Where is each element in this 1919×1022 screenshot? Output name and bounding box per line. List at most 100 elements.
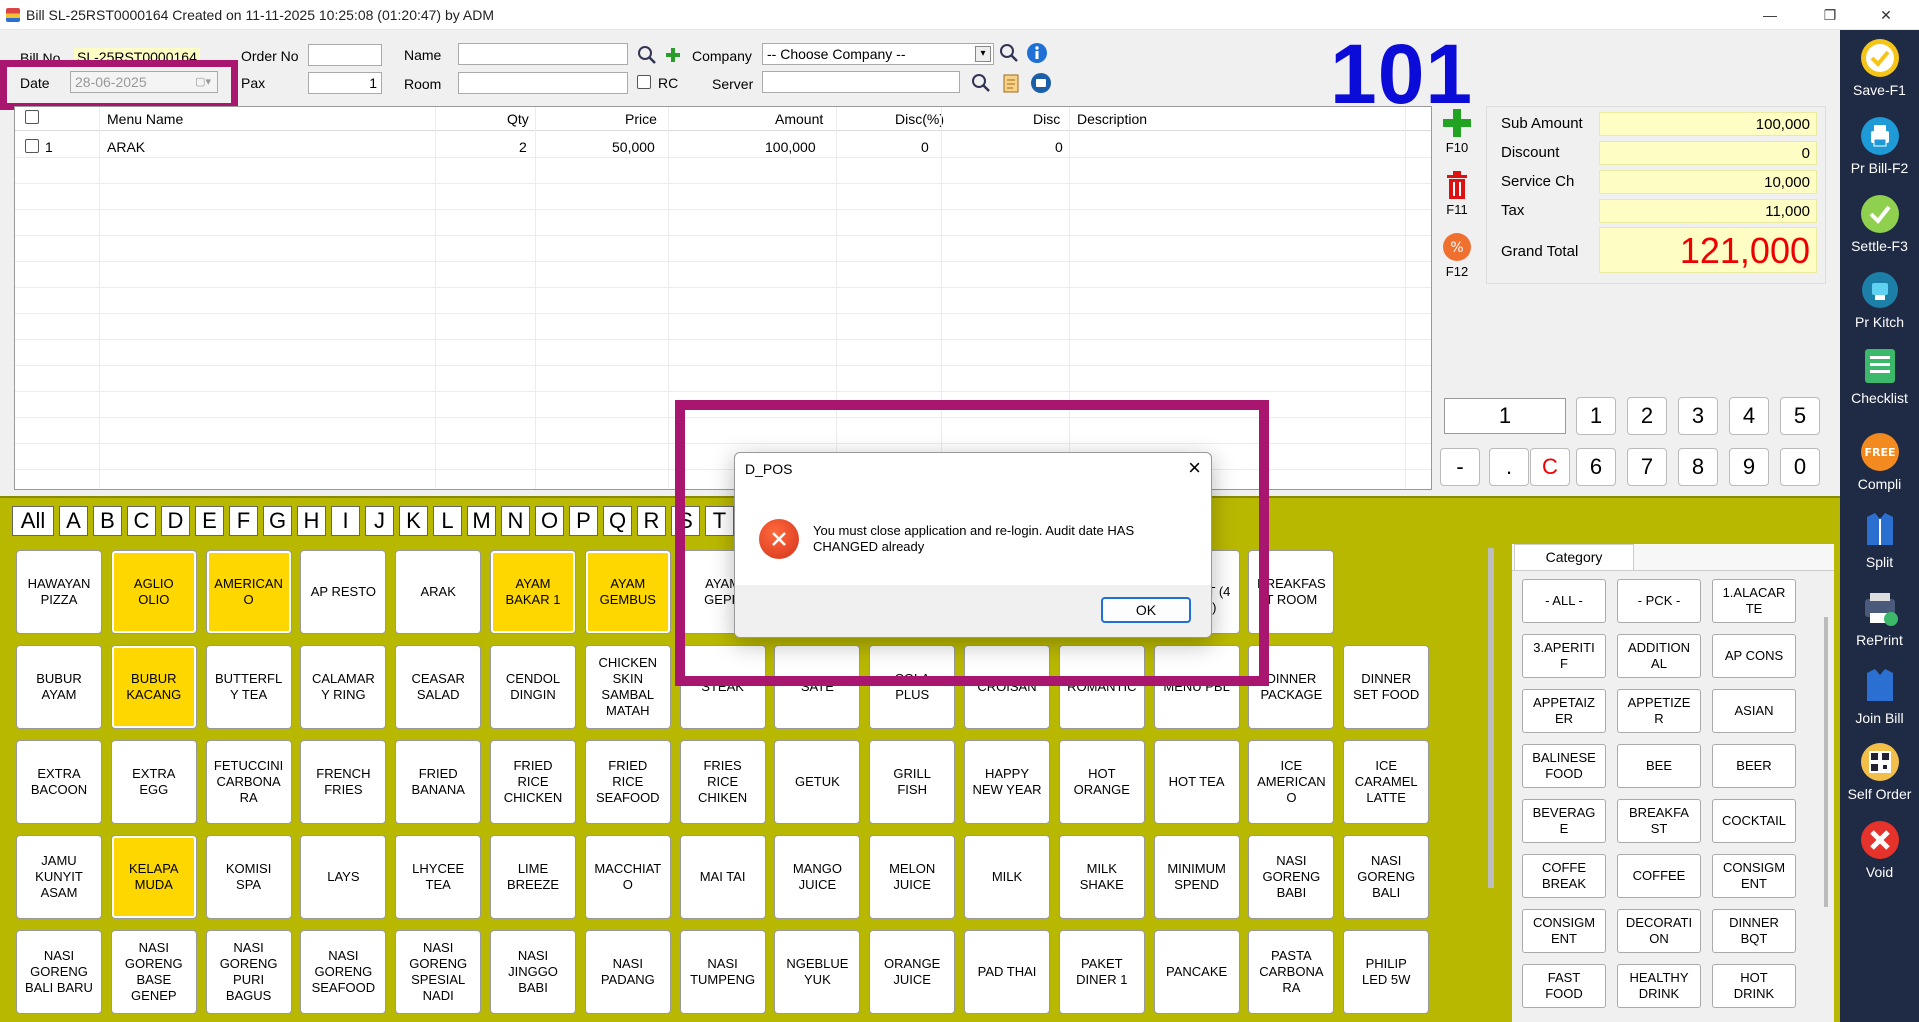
menu-item-button[interactable]: LAYS	[300, 835, 387, 919]
letter-filter-l[interactable]: L	[433, 506, 462, 536]
dialog-close-icon[interactable]: ×	[1188, 457, 1201, 479]
numpad-key[interactable]: 4	[1729, 397, 1769, 435]
menu-item-button[interactable]: PASTA CARBONA RA	[1248, 930, 1335, 1014]
letter-filter-r[interactable]: R	[637, 506, 666, 536]
menu-scroll-thumb[interactable]	[1488, 548, 1494, 888]
col-menu-name[interactable]: Menu Name	[107, 111, 183, 127]
menu-item-button[interactable]: CENDOL DINGIN	[490, 645, 576, 729]
category-tab[interactable]: Category	[1514, 544, 1634, 570]
numpad-key[interactable]: 1	[1576, 397, 1616, 435]
category-button[interactable]: - PCK -	[1617, 579, 1701, 623]
category-button[interactable]: COCKTAIL	[1712, 799, 1796, 843]
menu-item-button[interactable]: NASI GORENG BABI	[1248, 835, 1335, 919]
menu-item-button[interactable]: KOMISI SPA	[205, 835, 292, 919]
category-button[interactable]: HOT DRINK	[1712, 964, 1796, 1008]
server-field[interactable]	[762, 71, 960, 93]
col-disc-pct[interactable]: Disc(%)	[895, 111, 944, 127]
menu-item-button[interactable]: AYAM GEMBUS	[584, 550, 671, 634]
numpad-key[interactable]: 6	[1576, 448, 1616, 486]
menu-item-button[interactable]: CHICKEN SKIN SAMBAL MATAH	[584, 645, 671, 729]
menu-item-button[interactable]: NASI GORENG BALI	[1343, 835, 1430, 919]
letter-filter-q[interactable]: Q	[603, 506, 632, 536]
menu-item-button[interactable]: NASI GORENG BALI BARU	[16, 930, 102, 1014]
category-scrollbar[interactable]	[1824, 617, 1828, 907]
menu-item-button[interactable]: PAD THAI	[964, 930, 1050, 1014]
menu-item-button[interactable]: NASI GORENG SPESIAL NADI	[395, 930, 482, 1014]
numpad-key[interactable]: 0	[1780, 448, 1820, 486]
menu-item-button[interactable]: NASI TUMPENG	[679, 930, 766, 1014]
category-button[interactable]: 3.APERITI F	[1522, 634, 1606, 678]
numpad-key[interactable]: 7	[1627, 448, 1667, 486]
category-button[interactable]: BEER	[1712, 744, 1796, 788]
menu-item-button[interactable]: SATE	[774, 645, 861, 729]
menu-item-button[interactable]: CEASAR SALAD	[395, 645, 482, 729]
col-description[interactable]: Description	[1077, 111, 1147, 127]
menu-item-button[interactable]: FETUCCINI CARBONA RA	[205, 740, 292, 824]
col-amount[interactable]: Amount	[775, 111, 823, 127]
numpad-key[interactable]: 5	[1780, 397, 1820, 435]
add-item-button[interactable]: F10	[1438, 106, 1476, 155]
menu-item-button[interactable]: LIME BREEZE	[490, 835, 576, 919]
category-button[interactable]: 1.ALACAR TE	[1712, 579, 1796, 623]
split-button[interactable]: Split	[1840, 508, 1919, 570]
rc-checkbox[interactable]	[637, 75, 651, 89]
menu-item-button[interactable]: DINNER PACKAGE	[1248, 645, 1335, 729]
category-button[interactable]: COFFE BREAK	[1522, 854, 1606, 898]
category-button[interactable]: COFFEE	[1617, 854, 1701, 898]
letter-filter-t[interactable]: T	[705, 506, 734, 536]
reprint-button[interactable]: RePrint	[1840, 586, 1919, 648]
category-button[interactable]: - ALL -	[1522, 579, 1606, 623]
letter-filter-all[interactable]: All	[12, 506, 54, 536]
menu-item-button[interactable]: HOT TEA	[1153, 740, 1240, 824]
numpad-key[interactable]: 8	[1678, 448, 1718, 486]
col-price[interactable]: Price	[625, 111, 657, 127]
menu-item-button[interactable]: ROMANTIC	[1058, 645, 1145, 729]
select-all-checkbox[interactable]	[25, 110, 39, 124]
self-order-button[interactable]: Self Order	[1840, 740, 1919, 802]
numpad-key[interactable]: 3	[1678, 397, 1718, 435]
category-button[interactable]: ADDITION AL	[1617, 634, 1701, 678]
menu-item-button[interactable]: AMERICAN O	[205, 550, 292, 634]
letter-filter-p[interactable]: P	[569, 506, 598, 536]
menu-item-button[interactable]: CALAMAR Y RING	[300, 645, 387, 729]
numpad-minus-key[interactable]: -	[1440, 448, 1480, 486]
letter-filter-b[interactable]: B	[93, 506, 122, 536]
letter-filter-h[interactable]: H	[297, 506, 326, 536]
save-button[interactable]: Save-F1	[1840, 36, 1919, 98]
join-bill-button[interactable]: Join Bill	[1840, 664, 1919, 726]
category-button[interactable]: DECORATI ON	[1617, 909, 1701, 953]
menu-item-button[interactable]: NASI GORENG PURI BAGUS	[205, 930, 292, 1014]
menu-item-button[interactable]: CROISAN	[964, 645, 1050, 729]
row-disc[interactable]: 0	[1055, 139, 1063, 155]
menu-item-button[interactable]: HAPPY NEW YEAR	[964, 740, 1050, 824]
letter-filter-d[interactable]: D	[161, 506, 190, 536]
menu-item-button[interactable]: AP RESTO	[300, 550, 387, 634]
settle-button[interactable]: Settle-F3	[1840, 192, 1919, 254]
numpad-clear-key[interactable]: C	[1530, 448, 1570, 486]
category-button[interactable]: APPETAIZ ER	[1522, 689, 1606, 733]
row-price[interactable]: 50,000	[612, 139, 655, 155]
menu-item-button[interactable]: BUBUR AYAM	[16, 645, 102, 729]
menu-item-button[interactable]: LHYCEE TEA	[395, 835, 482, 919]
room-field[interactable]	[458, 72, 628, 94]
letter-filter-n[interactable]: N	[501, 506, 530, 536]
menu-item-button[interactable]: HAWAYAN PIZZA	[16, 550, 102, 634]
col-disc[interactable]: Disc	[1033, 111, 1060, 127]
ok-button[interactable]: OK	[1101, 597, 1191, 623]
search-name-icon[interactable]	[636, 44, 658, 66]
menu-item-button[interactable]: NASI GORENG BASE GENEP	[110, 930, 197, 1014]
menu-item-button[interactable]: FRIED RICE CHICKEN	[490, 740, 576, 824]
category-button[interactable]: ASIAN	[1712, 689, 1796, 733]
menu-item-button[interactable]: NASI JINGGO BABI	[490, 930, 576, 1014]
minimize-button[interactable]: —	[1750, 4, 1790, 26]
category-button[interactable]: DINNER BQT	[1712, 909, 1796, 953]
menu-item-button[interactable]: NGEBLUE YUK	[774, 930, 861, 1014]
menu-item-button[interactable]: ICE AMERICAN O	[1248, 740, 1335, 824]
member-card-icon[interactable]	[1030, 72, 1052, 94]
row-menu-name[interactable]: ARAK	[107, 139, 145, 155]
order-grid[interactable]: Menu Name Qty Price Amount Disc(%) Disc …	[14, 106, 1432, 490]
menu-item-button[interactable]: MILK	[964, 835, 1050, 919]
menu-item-button[interactable]: MAI TAI	[679, 835, 766, 919]
compli-button[interactable]: FREE Compli	[1840, 430, 1919, 492]
menu-item-button[interactable]: MENU PBL	[1153, 645, 1240, 729]
